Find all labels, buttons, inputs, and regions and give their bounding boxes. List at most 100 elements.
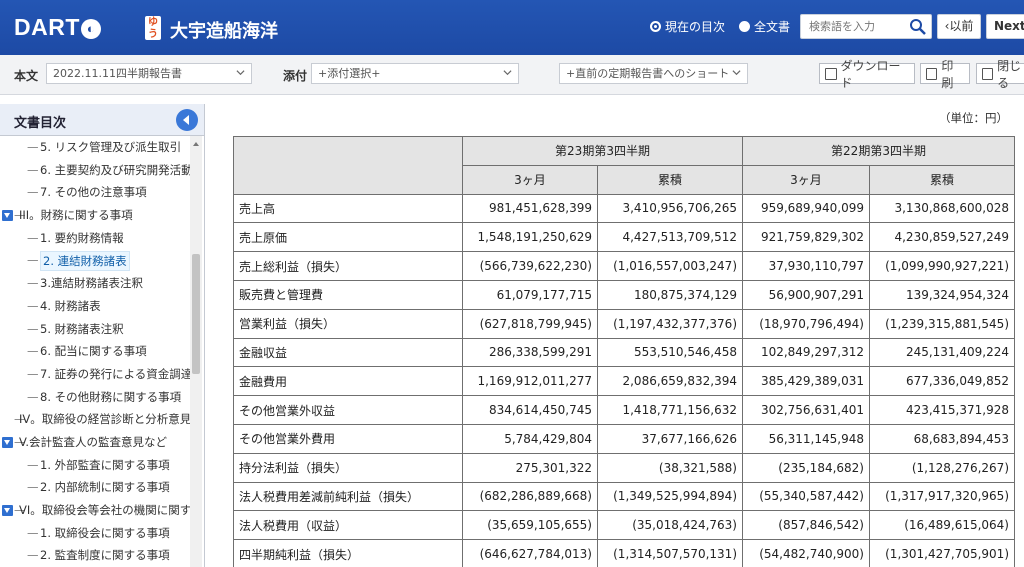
toc-item[interactable]: — V.会計監査人の監査意見など	[0, 431, 204, 454]
income-statement-table: 第23期第3四半期 第22期第3四半期 3ヶ月 累積 3ヶ月 累積 売上高 981…	[233, 136, 1015, 567]
toc-item[interactable]: —5. リスク管理及び派生取引	[0, 136, 204, 159]
toc-item[interactable]: —1. 要約財務情報	[0, 227, 204, 250]
toc-item[interactable]: —6. 配当に関する事項	[0, 340, 204, 363]
company-name: 大宇造船海洋	[170, 21, 278, 42]
toc-item[interactable]: —1. 取締役会に関する事項	[0, 522, 204, 545]
close-button[interactable]: 閉じる	[976, 59, 1024, 90]
search-input[interactable]	[801, 20, 909, 33]
toc-item-label: 6. 配当に関する事項	[40, 344, 147, 359]
scroll-up-icon[interactable]	[193, 142, 199, 146]
value-cell: 5,784,429,804	[462, 423, 598, 454]
toc-item[interactable]: —8. その他財務に関する事項	[0, 386, 204, 409]
expand-toggle-icon[interactable]	[2, 210, 13, 222]
value-cell: 61,079,177,715	[462, 279, 598, 310]
expand-toggle-icon[interactable]	[2, 505, 13, 516]
value-cell: 3,410,956,706,265	[597, 193, 743, 224]
value-cell: (54,482,740,900)	[742, 539, 870, 567]
value-cell: 3,130,868,600,028	[869, 193, 1015, 224]
toc-item-label: 7. その他の注意事項	[40, 185, 147, 200]
toc-item[interactable]: —7. その他の注意事項	[0, 181, 204, 204]
value-cell: 180,875,374,129	[597, 279, 743, 310]
value-cell: (55,340,587,442)	[742, 481, 870, 512]
search-icon[interactable]	[909, 18, 927, 36]
toc-item[interactable]: —1. 外部監査に関する事項	[0, 454, 204, 477]
toc-item[interactable]: — III。財務に関する事項	[0, 204, 204, 227]
toc-connector: —	[27, 230, 39, 245]
toc-item[interactable]: — IV。取締役の経営診断と分析意見	[0, 408, 204, 431]
row-label: 金融費用	[233, 366, 463, 397]
value-cell: (35,659,105,655)	[462, 510, 598, 541]
toc-item[interactable]: —7. 証券の発行による資金調達	[0, 363, 204, 386]
row-label: 法人税費用（収益）	[233, 510, 463, 541]
attachment-select[interactable]: +添付選択+	[311, 63, 519, 84]
toc-item[interactable]: —5. 財務諸表注釈	[0, 318, 204, 341]
radio-full-text[interactable]: 全文書	[739, 18, 790, 35]
radio-off-icon	[739, 21, 751, 32]
toc-title: 文書目次	[14, 116, 67, 131]
value-cell: (1,301,427,705,901)	[869, 539, 1015, 567]
table-row: 持分法利益（損失） 275,301,322 (38,321,588) (235,184…	[233, 452, 1015, 483]
unit-note: （単位：円）	[939, 111, 1008, 125]
header-3m: 3ヶ月	[742, 164, 870, 195]
table-row: 販売費と管理費 61,079,177,715 180,875,374,129 56,9…	[233, 279, 1015, 310]
value-cell: 553,510,546,458	[597, 337, 743, 368]
value-cell: (1,314,507,570,131)	[597, 539, 743, 567]
scrollbar-thumb[interactable]	[192, 254, 200, 374]
toc-item[interactable]: — VI。取締役会等会社の機関に関す	[0, 499, 204, 522]
toc-connector: —	[27, 457, 39, 472]
toc-connector: —	[27, 480, 39, 495]
sidebar-scrollbar[interactable]	[190, 136, 202, 567]
body-label: 本文	[14, 69, 39, 83]
value-cell: 139,324,954,324	[869, 279, 1015, 310]
toc-tree: —5. リスク管理及び派生取引 —6. 主要契約及び研究開発活動 —7. その他の注…	[0, 136, 204, 567]
toc-connector: —	[27, 321, 39, 336]
toc-item[interactable]: —4. 財務諸表	[0, 295, 204, 318]
toc-item[interactable]: —2. 監査制度に関する事項	[0, 544, 204, 567]
value-cell: 245,131,409,224	[869, 337, 1015, 368]
dart-logo[interactable]: DART ◐	[14, 14, 101, 41]
toc-connector: —	[27, 253, 39, 268]
value-cell: (857,846,542)	[742, 510, 870, 541]
toc-item-label: VI。取締役会等会社の機関に関す	[19, 503, 192, 517]
table-row: その他営業外費用 5,784,429,804 37,677,166,626 56,31…	[233, 423, 1015, 454]
attach-label: 添付	[283, 69, 308, 83]
row-label: 売上総利益（損失）	[233, 251, 463, 281]
header-cumulative: 累積	[869, 164, 1015, 195]
value-cell: 423,415,371,928	[869, 395, 1015, 425]
next-button[interactable]: Next	[986, 14, 1024, 39]
toc-item-label-selected: 2. 連結財務諸表	[40, 251, 130, 272]
report-select[interactable]: 2022.11.11四半期報告書	[46, 63, 252, 84]
toc-item-label: 8. その他財務に関する事項	[40, 389, 182, 404]
chevron-down-icon	[236, 70, 245, 76]
table-header-row: 第23期第3四半期 第22期第3四半期	[233, 136, 1015, 195]
collapse-sidebar-icon[interactable]	[176, 109, 198, 131]
table-row: 金融収益 286,338,599,291 553,510,546,458 102,84…	[233, 337, 1015, 368]
toc-item[interactable]: —3.連結財務諸表注釈	[0, 272, 204, 295]
prev-button[interactable]: ‹以前	[937, 14, 981, 39]
expand-toggle-icon[interactable]	[2, 436, 13, 448]
radio-current-toc[interactable]: 現在の目次	[650, 18, 725, 35]
value-cell: 921,759,829,302	[742, 222, 870, 253]
value-cell: (18,970,796,494)	[742, 308, 870, 339]
value-cell: 4,427,513,709,512	[597, 222, 743, 253]
toc-connector: —	[27, 344, 39, 359]
value-cell: 56,311,145,948	[742, 423, 870, 454]
download-button[interactable]: ダウンロード	[819, 59, 915, 90]
value-cell: 102,849,297,312	[742, 337, 870, 368]
toc-item-label: 7. 証券の発行による資金調達	[40, 366, 193, 381]
value-cell: (16,489,615,064)	[869, 510, 1015, 541]
row-label: 四半期純利益（損失）	[233, 539, 463, 567]
shortcut-select[interactable]: +直前の定期報告書へのショート	[559, 63, 748, 84]
print-button[interactable]: 印刷	[920, 59, 970, 90]
top-header: DART◐ ゆう 大宇造船海洋 現在の目次 全文書 ‹以前 Next	[0, 0, 1024, 55]
toc-item[interactable]: —6. 主要契約及び研究開発活動	[0, 159, 204, 182]
toc-item[interactable]: —2. 連結財務諸表	[0, 249, 204, 272]
toc-item-label: V.会計監査人の監査意見など	[19, 434, 168, 449]
value-cell: 275,301,322	[462, 452, 598, 483]
value-cell: 286,338,599,291	[462, 337, 598, 368]
toc-item[interactable]: —2. 内部統制に関する事項	[0, 476, 204, 499]
value-cell: (1,317,917,320,965)	[869, 481, 1015, 512]
toc-item-label: 2. 監査制度に関する事項	[40, 548, 170, 563]
value-cell: 677,336,049,852	[869, 366, 1015, 397]
toc-connector: —	[27, 162, 39, 177]
